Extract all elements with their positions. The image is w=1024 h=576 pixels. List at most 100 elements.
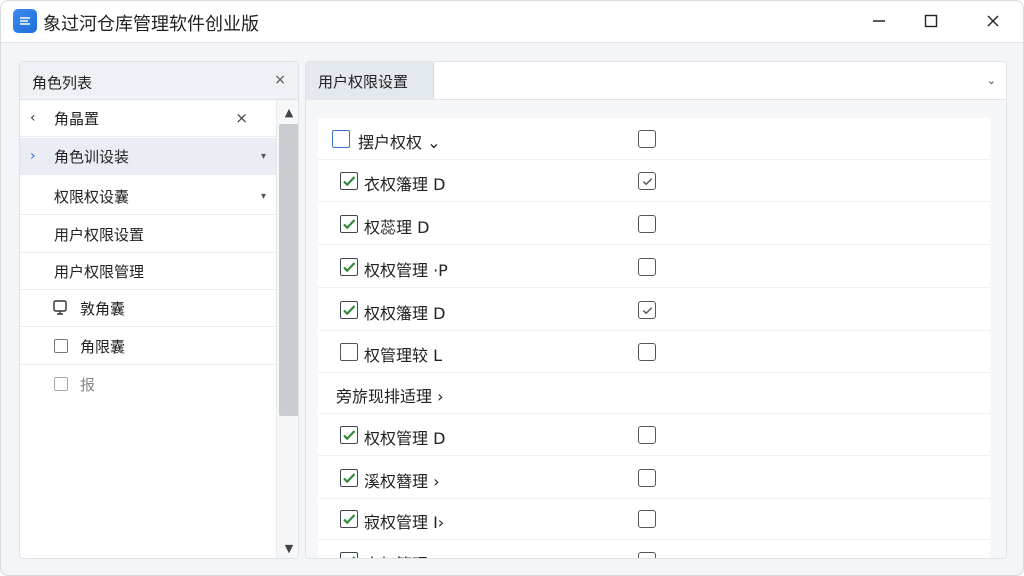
list-item-selected[interactable]: › 角色训设装 ▾: [20, 138, 276, 175]
permission-list: 摆户权权 ⌄ 衣权籓理 D 权蕊理 D 权权管理 ·P 权权籓理 D 权管理较 …: [318, 118, 990, 558]
permission-label: 权管理较 Ⅼ: [364, 346, 443, 365]
checkbox[interactable]: [340, 343, 358, 361]
title-bar: 象过河仓库管理软件创业版: [1, 1, 1023, 43]
role-list-header: 角色列表 ×: [20, 62, 298, 100]
role-list-close-button[interactable]: ×: [274, 72, 286, 88]
dropdown-arrow-icon[interactable]: ▾: [261, 191, 266, 202]
permission-row: 权管理较 Ⅼ: [318, 331, 990, 373]
checkbox-secondary[interactable]: [638, 343, 656, 361]
checkbox-checked[interactable]: [340, 469, 358, 487]
remove-icon[interactable]: ×: [235, 109, 248, 127]
checkbox-secondary-checked[interactable]: [638, 301, 656, 319]
role-list: ‹ 角晶置 × › 角色训设装 ▾ 权限权设囊 ▾ 用户权限设置 用户权限管理: [20, 100, 276, 558]
scroll-up-icon[interactable]: ▲: [277, 102, 298, 122]
app-window: 象过河仓库管理软件创业版 角色列表 × ‹ 角晶置 × › 角色训设装 ▾ 权限…: [0, 0, 1024, 576]
role-list-title: 角色列表: [32, 74, 93, 92]
list-item[interactable]: 用户权限设置: [20, 216, 276, 253]
list-item[interactable]: 用户权限管理: [20, 253, 276, 290]
chevron-left-icon[interactable]: ‹: [30, 110, 36, 126]
list-item[interactable]: 角限囊: [20, 328, 276, 365]
checkbox-checked[interactable]: [340, 172, 358, 190]
permission-row: 权蕊理 D: [318, 203, 990, 245]
vertical-scrollbar[interactable]: ▲ ▼: [276, 100, 298, 558]
checkbox-icon[interactable]: [54, 377, 68, 391]
checkbox-checked[interactable]: [340, 426, 358, 444]
checkbox-icon[interactable]: [54, 339, 68, 353]
checkbox-checked[interactable]: [340, 215, 358, 233]
permission-label: 寂权管理 D: [364, 551, 445, 558]
dropdown-arrow-icon[interactable]: ▾: [261, 151, 266, 162]
checkmark-icon: [352, 556, 356, 558]
checkbox[interactable]: [332, 130, 350, 148]
tab-user-permission-settings[interactable]: 用户权限设置: [306, 62, 434, 100]
scroll-thumb[interactable]: [279, 124, 298, 416]
permission-settings-panel: 用户权限设置 ⌄ 摆户权权 ⌄ 衣权籓理 D 权蕊理 D 权权管理 ·P 权权籓…: [305, 61, 1007, 559]
scroll-down-icon[interactable]: ▼: [277, 538, 298, 558]
minimize-icon: [873, 20, 885, 22]
permission-label: 权权籓理 D: [364, 304, 446, 323]
checkbox-checked[interactable]: [340, 552, 358, 558]
checkbox-secondary[interactable]: [638, 426, 656, 444]
permission-row: 权权管理 D: [318, 414, 990, 456]
list-item-label: 角晶置: [54, 109, 100, 128]
permission-label: 溪权簪理 ›: [364, 472, 440, 491]
list-item-label: 角限囊: [80, 337, 126, 356]
minimize-button[interactable]: [859, 5, 899, 37]
list-item-label: 用户权限管理: [54, 262, 145, 281]
close-button[interactable]: [973, 5, 1013, 37]
permission-row: 溪权簪理 ›: [318, 457, 990, 499]
checkbox-secondary[interactable]: [638, 510, 656, 528]
list-item-label: 角色训设装: [54, 147, 130, 166]
permission-label: 寂权管理 I›: [364, 513, 445, 532]
checkmark-icon: [343, 219, 356, 230]
list-item-label: 用户权限设置: [54, 225, 145, 244]
close-icon: [987, 15, 999, 27]
checkmark-icon: [343, 176, 356, 187]
checkmark-icon: [343, 514, 356, 525]
chevron-down-icon[interactable]: ⌄: [987, 74, 996, 87]
maximize-icon: [924, 14, 938, 28]
device-icon: [53, 300, 67, 315]
permission-group-row[interactable]: 旁旂现排适理 ›: [318, 372, 990, 414]
checkbox-secondary[interactable]: [638, 215, 656, 233]
permission-row: 衣权籓理 D: [318, 160, 990, 202]
permission-row: 寂权管理 D: [318, 540, 990, 558]
checkbox-secondary[interactable]: [638, 469, 656, 487]
checkbox-secondary[interactable]: [638, 130, 656, 148]
checkbox-secondary[interactable]: [638, 258, 656, 276]
list-item[interactable]: 权限权设囊 ▾: [20, 178, 276, 215]
checkmark-icon: [343, 430, 356, 441]
list-item[interactable]: ‹ 角晶置 ×: [20, 100, 276, 137]
checkmark-icon: [343, 473, 356, 484]
chevron-right-icon: ›: [30, 148, 36, 164]
checkbox-checked[interactable]: [340, 301, 358, 319]
app-logo-icon: [13, 9, 37, 33]
list-item-label: 报: [80, 376, 96, 394]
list-item-label: 敦角囊: [80, 299, 126, 318]
permission-label: 摆户权权 ⌄: [358, 133, 441, 152]
permission-settings-header: 用户权限设置 ⌄: [306, 62, 1006, 100]
checkbox-checked[interactable]: [340, 258, 358, 276]
checkbox-checked[interactable]: [340, 510, 358, 528]
checkmark-icon: [343, 305, 356, 316]
list-item-label: 权限权设囊: [54, 187, 130, 206]
permission-label: 权权管理 ·P: [364, 261, 448, 280]
role-list-panel: 角色列表 × ‹ 角晶置 × › 角色训设装 ▾ 权限权设囊 ▾ 用户权限设置: [19, 61, 299, 559]
permission-row: 摆户权权 ⌄: [318, 118, 990, 160]
list-item[interactable]: 报: [20, 366, 276, 403]
checkmark-icon: [642, 177, 652, 185]
maximize-button[interactable]: [911, 5, 951, 37]
permission-label: 权权管理 D: [364, 429, 446, 448]
permission-label: 权蕊理 D: [364, 218, 430, 237]
checkbox-secondary[interactable]: [638, 552, 656, 558]
permission-row: 寂权管理 I›: [318, 498, 990, 540]
permission-row: 权权管理 ·P: [318, 246, 990, 288]
checkmark-icon: [642, 306, 652, 314]
list-item[interactable]: 敦角囊: [20, 290, 276, 327]
permission-label: 衣权籓理 D: [364, 175, 446, 194]
permission-row: 权权籓理 D: [318, 289, 990, 331]
checkmark-icon: [343, 262, 356, 273]
checkbox-secondary-checked[interactable]: [638, 172, 656, 190]
window-title: 象过河仓库管理软件创业版: [43, 14, 259, 35]
permission-group-label: 旁旂现排适理 ›: [336, 387, 444, 406]
